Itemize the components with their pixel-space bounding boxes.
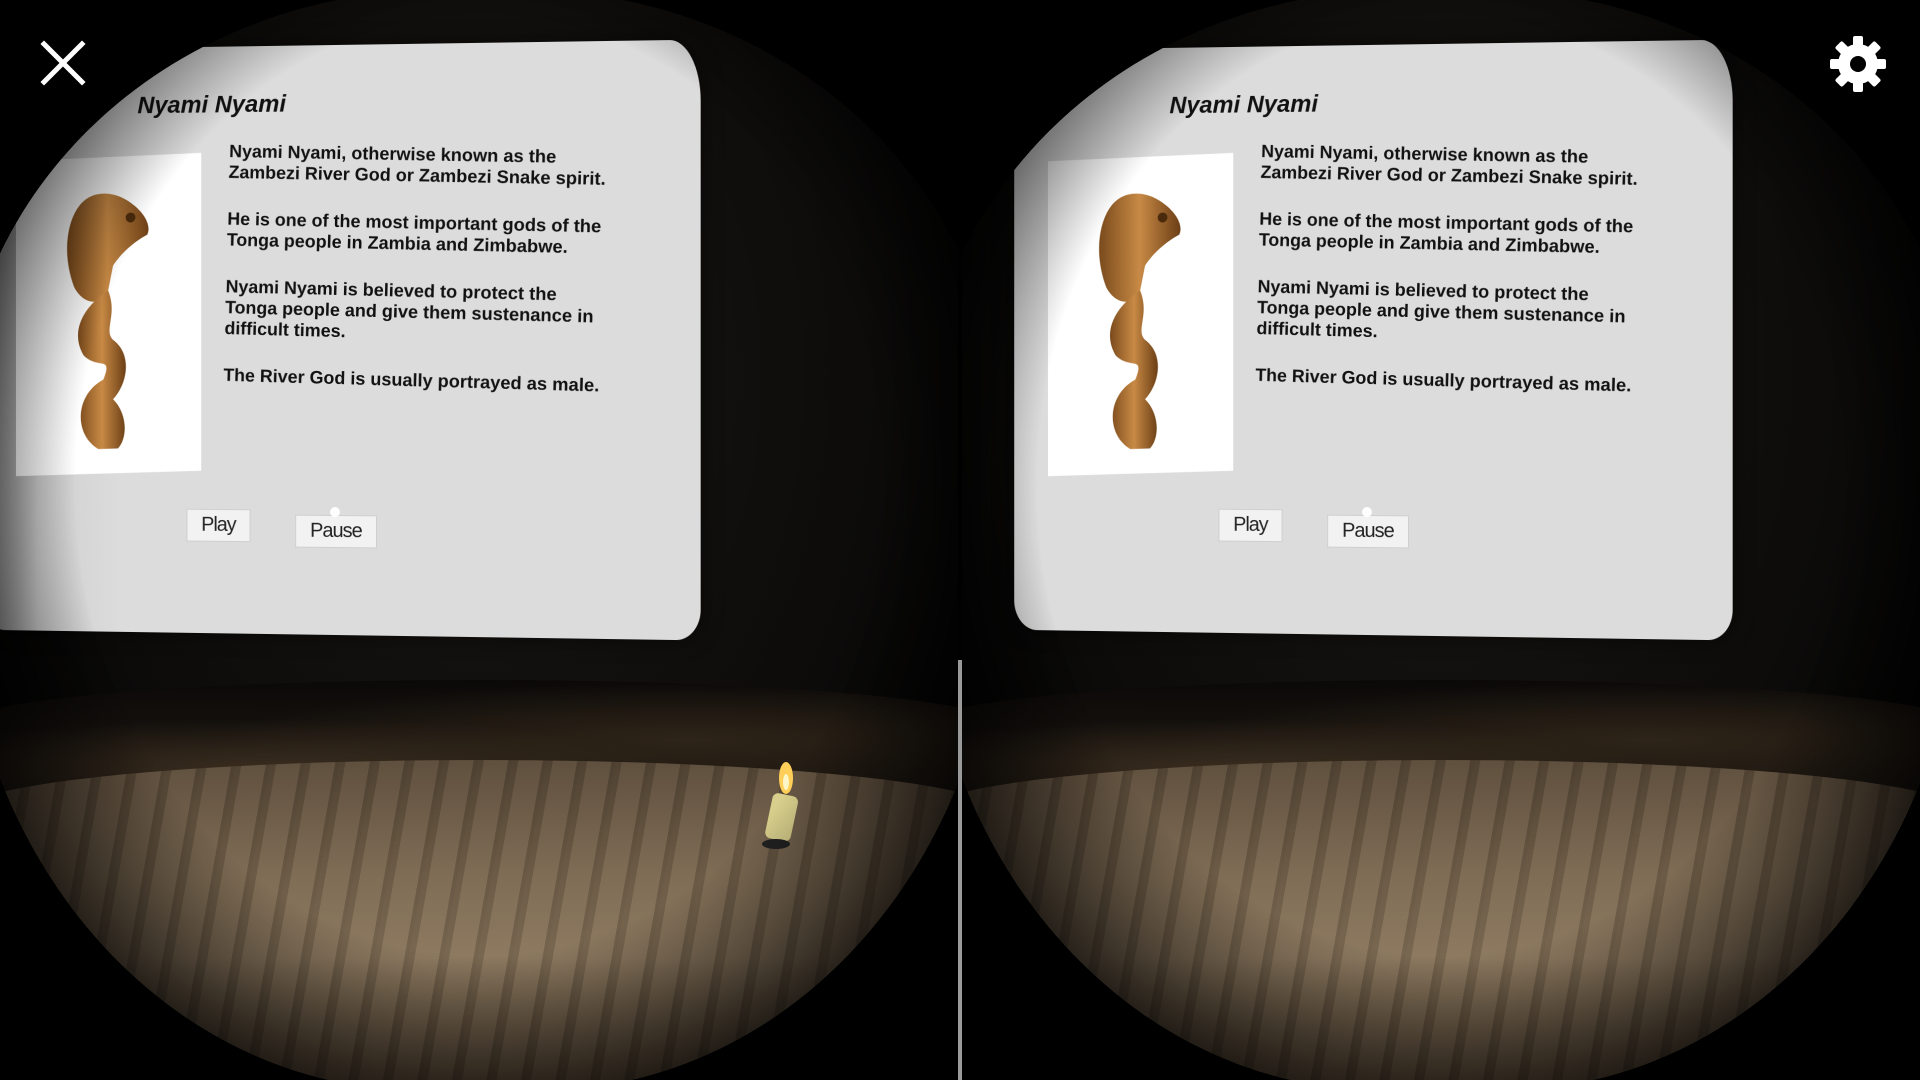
paragraph: The River God is usually portrayed as ma… — [1255, 364, 1632, 396]
candle-icon — [762, 762, 798, 849]
paragraph: Nyami Nyami is believed to protect the T… — [1256, 276, 1626, 342]
panel-title: Nyami Nyami — [137, 90, 286, 120]
paragraph: The River God is usually portrayed as ma… — [223, 364, 600, 396]
paragraph: He is one of the most important gods of … — [226, 208, 602, 257]
paragraph: Nyami Nyami, otherwise known as the Zamb… — [1260, 141, 1639, 189]
nyami-nyami-figure-image — [15, 152, 202, 477]
left-eye-view: Nyami Nyami Nyami Nyami, otherwise known… — [0, 0, 958, 1080]
panel-title: Nyami Nyami — [1169, 90, 1318, 120]
lens-viewport: Nyami Nyami Nyami Nyami, otherwise known… — [962, 0, 1920, 1080]
paragraph: Nyami Nyami, otherwise known as the Zamb… — [228, 141, 607, 189]
play-button[interactable]: Play — [1218, 508, 1283, 543]
paragraph: He is one of the most important gods of … — [1258, 208, 1634, 257]
gaze-reticle — [330, 506, 340, 518]
pause-button[interactable]: Pause — [295, 514, 377, 549]
gear-icon[interactable] — [1828, 34, 1888, 94]
panel-description: Nyami Nyami, otherwise known as the Zamb… — [1254, 141, 1643, 423]
nyami-nyami-figure-image — [1047, 152, 1234, 477]
panel-description: Nyami Nyami, otherwise known as the Zamb… — [222, 141, 611, 423]
info-panel: Nyami Nyami Nyami Nyami, otherwise known… — [1014, 39, 1733, 641]
gaze-reticle — [1362, 506, 1372, 518]
wooden-floor — [0, 760, 958, 1080]
paragraph: Nyami Nyami is believed to protect the T… — [224, 276, 594, 342]
close-icon[interactable] — [38, 38, 88, 88]
info-panel: Nyami Nyami Nyami Nyami, otherwise known… — [0, 39, 701, 641]
wooden-floor — [962, 760, 1920, 1080]
pause-button[interactable]: Pause — [1327, 514, 1409, 549]
vr-viewer: Nyami Nyami Nyami Nyami, otherwise known… — [0, 0, 1920, 1080]
lens-viewport: Nyami Nyami Nyami Nyami, otherwise known… — [0, 0, 958, 1080]
right-eye-view: Nyami Nyami Nyami Nyami, otherwise known… — [962, 0, 1920, 1080]
play-button[interactable]: Play — [186, 508, 251, 543]
